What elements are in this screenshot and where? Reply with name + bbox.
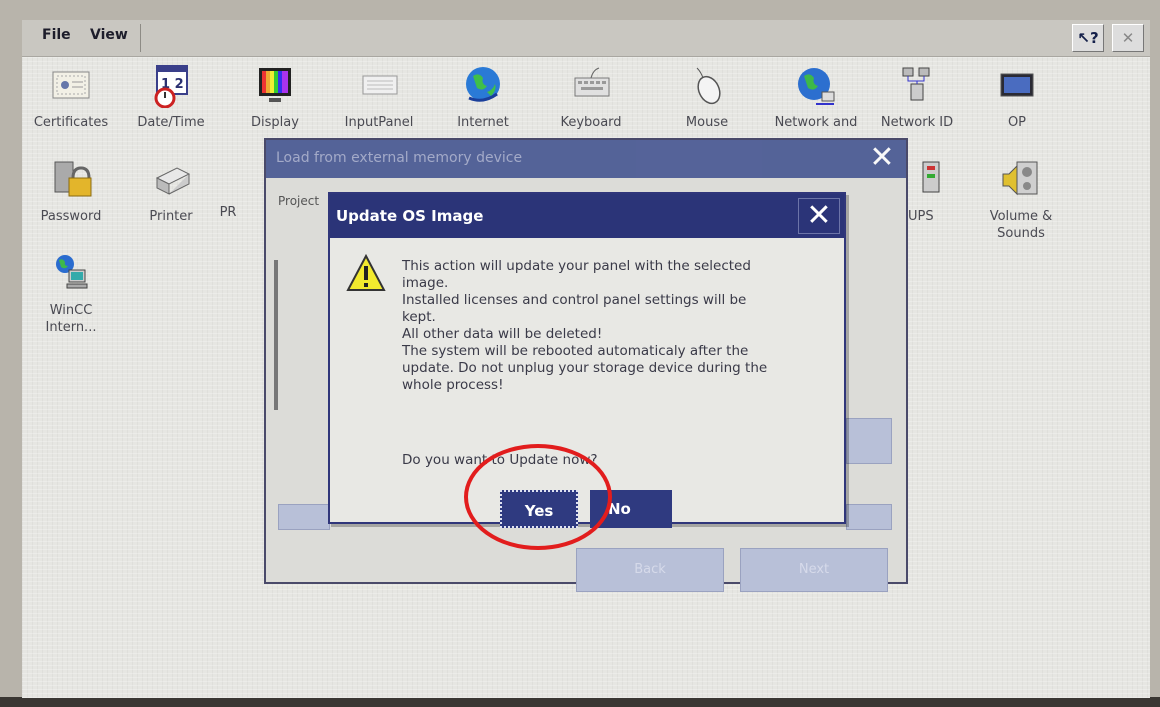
close-icon[interactable]: ✕ xyxy=(866,142,898,174)
control-panel-item-printer[interactable]: Printer xyxy=(126,158,216,225)
network-id-icon xyxy=(902,67,930,101)
control-panel-item-network-id[interactable]: Network ID xyxy=(872,64,962,131)
project-label: Project xyxy=(278,194,320,208)
wincc-icon xyxy=(56,255,88,289)
dialog-titlebar: Load from external memory device ✕ xyxy=(266,140,906,178)
menu-bar: File View ↖? ✕ xyxy=(22,20,1150,57)
menu-file[interactable]: File xyxy=(42,27,71,43)
side-button[interactable] xyxy=(846,418,892,464)
pr-icon xyxy=(218,158,238,202)
icon-label: WinCC Intern... xyxy=(45,303,97,335)
icon-label: Keyboard xyxy=(560,115,622,130)
hmi-screen: File View ↖? ✕ Certificates 1 2 Date/Tim… xyxy=(22,20,1150,698)
icon-label: Printer xyxy=(149,209,193,224)
highlight-annotation-circle xyxy=(464,444,612,550)
dialog-title: Load from external memory device xyxy=(276,150,523,166)
close-button[interactable]: ✕ xyxy=(798,198,840,234)
icon-label: Password xyxy=(40,209,102,224)
certificate-icon xyxy=(52,71,90,99)
keyboard-icon xyxy=(574,67,610,97)
window-close-button[interactable]: ✕ xyxy=(1112,24,1144,52)
lock-icon xyxy=(54,161,92,197)
icon-label: Volume & Sounds xyxy=(989,209,1053,241)
help-pointer-icon: ↖ xyxy=(1077,29,1090,47)
control-panel-item-pr[interactable]: PR xyxy=(208,158,248,221)
network-globe-icon xyxy=(798,68,835,105)
dialog-title: Update OS Image xyxy=(336,207,484,225)
next-button[interactable]: Next xyxy=(740,548,888,592)
volume-icon xyxy=(1002,161,1038,196)
control-panel-item-inputpanel[interactable]: InputPanel xyxy=(334,64,424,131)
control-panel-item-certificates[interactable]: Certificates xyxy=(26,64,116,131)
side-button-2[interactable] xyxy=(846,504,892,530)
calendar-clock-icon: 1 2 xyxy=(154,65,188,109)
control-panel-item-password[interactable]: Password xyxy=(26,158,116,225)
monitor-icon xyxy=(1000,73,1034,97)
help-button[interactable]: ↖? xyxy=(1072,24,1104,52)
control-panel-item-network-and[interactable]: Network and xyxy=(760,64,872,131)
menu-divider xyxy=(140,24,141,52)
icon-label: Network ID xyxy=(880,115,954,130)
printer-icon xyxy=(155,167,191,195)
keyboard-panel-icon xyxy=(362,75,398,95)
display-icon xyxy=(259,68,291,102)
control-panel-item-mouse[interactable]: Mouse xyxy=(662,64,752,131)
back-button[interactable]: Back xyxy=(576,548,724,592)
control-panel-item-internet[interactable]: Internet xyxy=(438,64,528,131)
dialog-message: This action will update your panel with … xyxy=(402,258,768,393)
list-scrollbar[interactable] xyxy=(274,260,278,410)
control-panel-item-wincc[interactable]: WinCC Intern... xyxy=(26,252,116,336)
dialog-titlebar: Update OS Image ✕ xyxy=(330,194,844,238)
control-panel-item-keyboard[interactable]: Keyboard xyxy=(546,64,636,131)
icon-label: Date/Time xyxy=(137,115,205,130)
icon-label: Mouse xyxy=(685,115,729,130)
icon-label: Display xyxy=(251,115,299,130)
device-bottom-edge xyxy=(0,697,1160,707)
icon-label: Certificates xyxy=(33,115,109,130)
control-panel-item-display[interactable]: Display xyxy=(230,64,320,131)
help-label: ? xyxy=(1089,29,1099,47)
globe-icon xyxy=(466,67,500,102)
left-button[interactable] xyxy=(278,504,330,530)
icon-label: OP xyxy=(1007,115,1027,130)
control-panel-item-volume[interactable]: Volume & Sounds xyxy=(976,158,1066,242)
menu-view[interactable]: View xyxy=(90,27,128,43)
control-panel-item-datetime[interactable]: 1 2 Date/Time xyxy=(126,64,216,131)
icon-label: PR xyxy=(219,205,237,220)
warning-icon xyxy=(346,254,386,291)
mouse-icon xyxy=(696,67,721,105)
control-panel-item-op[interactable]: OP xyxy=(972,64,1062,131)
icon-label: Internet xyxy=(457,115,509,130)
icon-label: InputPanel xyxy=(344,115,414,130)
icon-label: Network and xyxy=(774,115,858,130)
